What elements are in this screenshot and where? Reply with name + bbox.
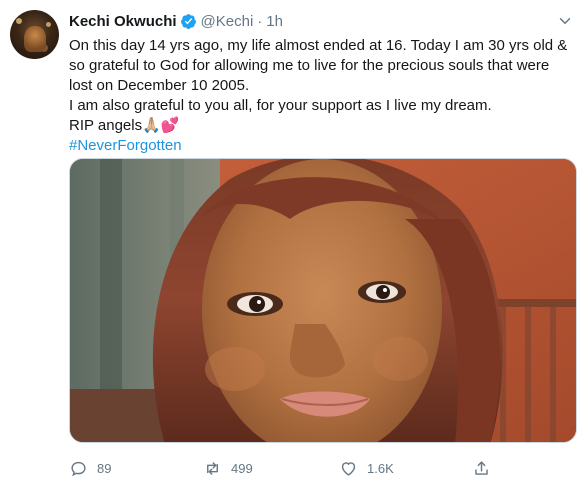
display-name[interactable]: Kechi Okwuchi	[69, 13, 177, 30]
avatar-figure	[24, 26, 46, 52]
share-icon	[475, 460, 488, 475]
reply-count: 89	[97, 460, 112, 476]
handle[interactable]: @Kechi	[201, 13, 254, 30]
verified-badge-icon	[180, 13, 196, 29]
photo-image	[70, 159, 576, 442]
avatar-detail	[16, 18, 22, 24]
tweet-photo[interactable]	[69, 158, 577, 443]
tweet-text-line: lost on December 10 2005.	[69, 77, 250, 94]
avatar[interactable]	[10, 10, 59, 59]
share-button[interactable]	[472, 456, 491, 480]
retweet-button[interactable]: 499	[203, 456, 253, 480]
reply-icon	[71, 461, 86, 476]
tweet-text-line: RIP angels🙏🏼💕	[69, 117, 180, 134]
tweet[interactable]: Kechi Okwuchi @Kechi · 1h On this day 14…	[0, 0, 585, 484]
chevron-down-icon[interactable]	[556, 12, 574, 30]
avatar-detail	[46, 22, 51, 27]
hashtag-link[interactable]: #NeverForgotten	[69, 136, 577, 156]
reply-button[interactable]: 89	[69, 456, 111, 480]
like-count: 1.6K	[367, 460, 394, 476]
timestamp[interactable]: 1h	[266, 13, 283, 30]
tweet-header: Kechi Okwuchi @Kechi · 1h	[69, 10, 283, 32]
separator-dot: ·	[257, 12, 263, 30]
tweet-text-line: I am also grateful to you all, for your …	[69, 97, 492, 114]
like-button[interactable]: 1.6K	[339, 456, 394, 480]
retweet-icon	[207, 461, 218, 475]
tweet-text-line: On this day 14 yrs ago, my life almost e…	[69, 37, 568, 54]
tweet-text: On this day 14 yrs ago, my life almost e…	[69, 36, 577, 156]
retweet-count: 499	[231, 460, 253, 476]
tweet-actions: 89 499 1.6K	[69, 456, 577, 480]
like-icon	[341, 461, 356, 476]
tweet-text-line: so grateful to God for allowing me to li…	[69, 57, 550, 74]
